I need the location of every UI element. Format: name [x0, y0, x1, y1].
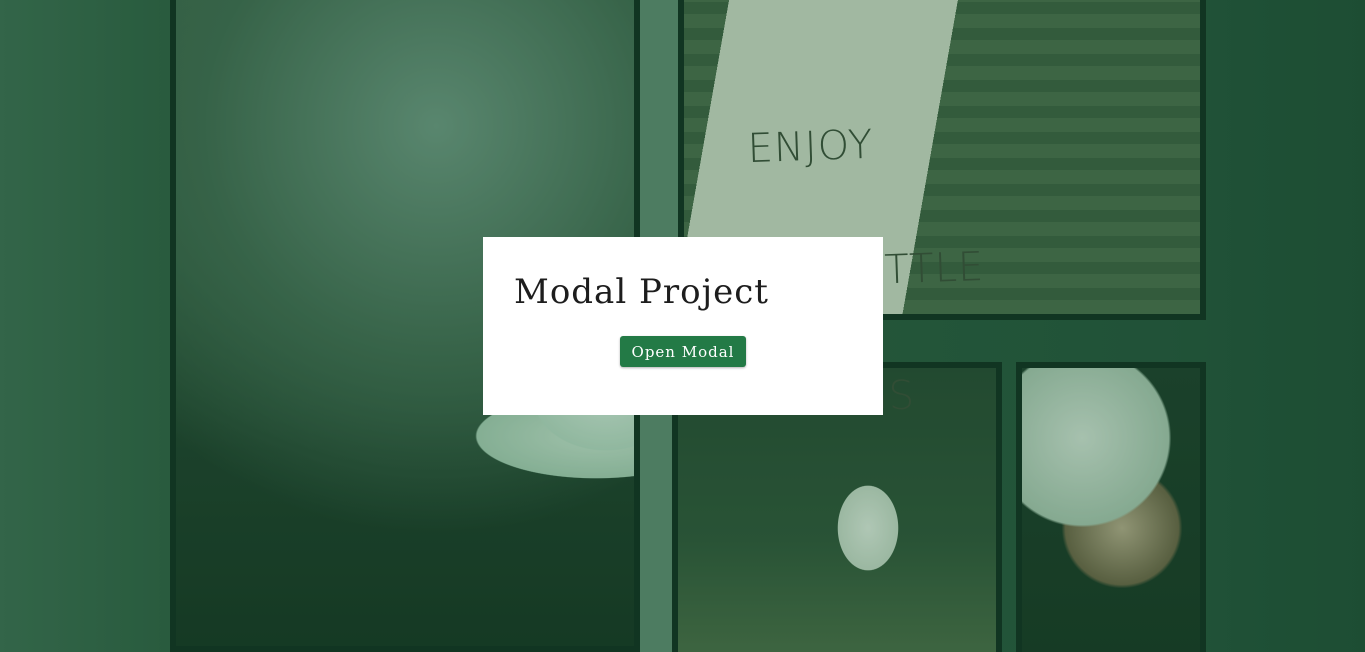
page-title: Modal Project [514, 272, 769, 312]
open-modal-button[interactable]: Open Modal [620, 336, 746, 367]
modal-card: Modal Project Open Modal [483, 237, 883, 415]
